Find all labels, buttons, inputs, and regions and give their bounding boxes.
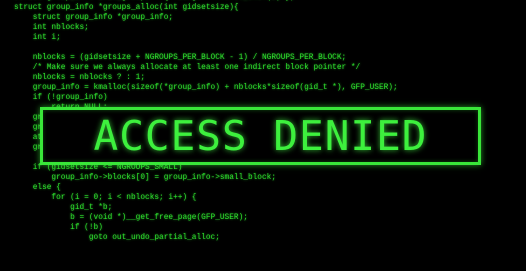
access-denied-banner: ACCESS DENIED bbox=[40, 107, 481, 165]
code-line: b = (void *)__get_free_page(GFP_USER); bbox=[14, 214, 248, 222]
code-line: group_info = kmalloc(sizeof(*group_info)… bbox=[14, 84, 398, 92]
code-line: else { bbox=[14, 184, 61, 192]
access-denied-screen: struct group_info init_groups = { .usage… bbox=[0, 0, 526, 271]
code-line: nblocks = (gidsetsize + NGROUPS_PER_BLOC… bbox=[14, 54, 347, 62]
code-line: if (!b) bbox=[14, 224, 103, 232]
code-line: goto out_undo_partial_alloc; bbox=[14, 234, 220, 242]
code-line: struct group_info *group_info; bbox=[14, 14, 174, 22]
code-line: nblocks = nblocks ? : 1; bbox=[14, 74, 146, 82]
code-line: gid_t *b; bbox=[14, 204, 113, 212]
code-line: int i; bbox=[14, 34, 61, 42]
code-line: group_info->blocks[0] = group_info->smal… bbox=[14, 174, 277, 182]
code-line: int nblocks; bbox=[14, 24, 89, 32]
code-line: for (i = 0; i < nblocks; i++) { bbox=[14, 194, 197, 202]
code-line: if (!group_info) bbox=[14, 94, 108, 102]
code-line: struct group_info *groups_alloc(int gids… bbox=[14, 4, 239, 12]
code-line: /* Make sure we always allocate at least… bbox=[14, 64, 361, 72]
access-denied-text: ACCESS DENIED bbox=[93, 112, 428, 160]
